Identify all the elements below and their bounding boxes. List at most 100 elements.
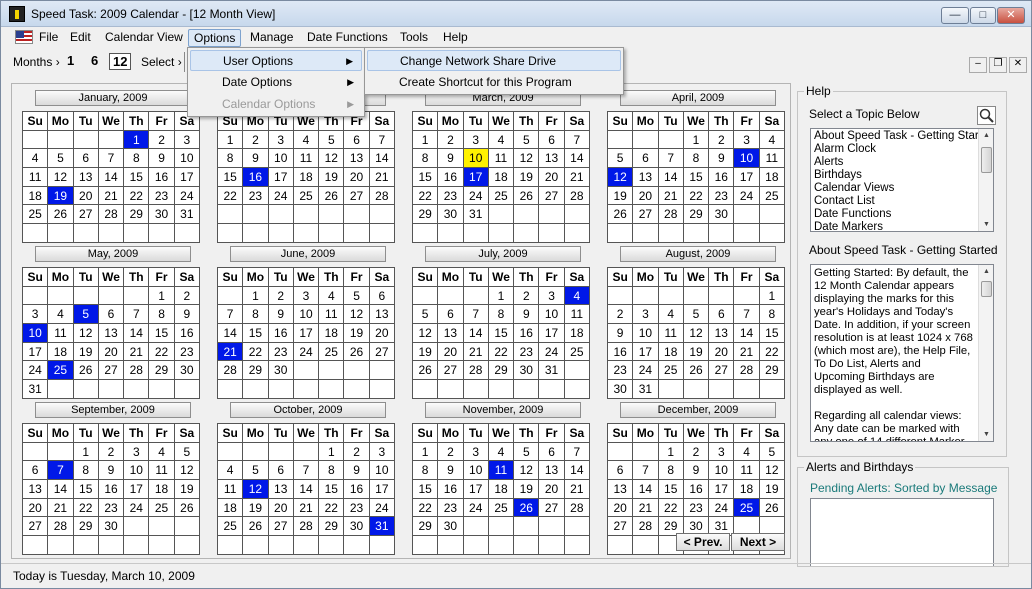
menu-date-functions[interactable]: Date Functions — [302, 29, 393, 47]
day-cell[interactable]: 13 — [72, 167, 99, 187]
day-cell[interactable]: 29 — [682, 204, 710, 225]
day-cell[interactable]: 29 — [148, 360, 175, 381]
topic-list-scrollbar[interactable]: ▲ ▼ — [978, 129, 993, 231]
day-cell[interactable]: 30 — [173, 360, 201, 381]
months-12-button[interactable]: 12 — [109, 53, 132, 70]
day-cell[interactable]: 30 — [708, 204, 735, 225]
day-cell[interactable]: 8 — [411, 460, 439, 481]
day-cell[interactable]: 4 — [563, 285, 591, 306]
day-cell[interactable]: 28 — [563, 185, 591, 206]
day-cell[interactable]: 23 — [437, 497, 464, 518]
day-cell[interactable]: 8 — [487, 304, 515, 325]
day-cell[interactable]: 16 — [708, 167, 735, 187]
day-cell[interactable]: 7 — [632, 460, 659, 481]
day-cell[interactable]: 7 — [563, 441, 591, 462]
day-cell[interactable]: 5 — [682, 304, 710, 325]
day-cell[interactable]: 8 — [242, 304, 269, 325]
day-cell[interactable]: 31 — [173, 204, 201, 225]
day-cell[interactable]: 23 — [173, 341, 201, 362]
day-cell[interactable]: 22 — [123, 185, 150, 206]
day-cell[interactable]: 29 — [487, 360, 515, 381]
day-cell[interactable]: 13 — [368, 304, 396, 325]
day-cell[interactable]: 11 — [318, 304, 345, 325]
day-cell[interactable]: 20 — [72, 185, 99, 206]
month-title[interactable]: December, 2009 — [620, 402, 776, 418]
day-cell[interactable]: 14 — [97, 167, 125, 187]
day-cell[interactable]: 23 — [343, 497, 370, 518]
day-cell[interactable]: 22 — [487, 341, 515, 362]
day-cell[interactable]: 1 — [758, 285, 786, 306]
day-cell[interactable]: 8 — [123, 148, 150, 169]
day-cell[interactable]: 17 — [292, 323, 320, 343]
day-cell[interactable]: 6 — [632, 148, 659, 169]
menu-manage[interactable]: Manage — [245, 29, 298, 47]
day-cell[interactable]: 15 — [148, 323, 175, 343]
day-cell[interactable]: 18 — [563, 323, 591, 343]
day-cell[interactable]: 17 — [538, 323, 565, 343]
day-cell[interactable]: 1 — [411, 129, 439, 150]
day-cell[interactable]: 26 — [72, 360, 99, 381]
day-cell[interactable]: 30 — [267, 360, 294, 381]
day-cell[interactable]: 6 — [437, 304, 464, 325]
day-cell[interactable]: 24 — [267, 185, 294, 206]
day-cell[interactable]: 21 — [123, 341, 150, 362]
day-cell[interactable]: 12 — [758, 460, 786, 481]
day-cell[interactable]: 7 — [123, 304, 150, 325]
day-cell[interactable]: 19 — [513, 167, 540, 187]
months-1-button[interactable]: 1 — [67, 53, 74, 68]
day-cell[interactable]: 6 — [708, 304, 735, 325]
day-cell[interactable]: 3 — [267, 129, 294, 150]
day-cell[interactable]: 1 — [487, 285, 515, 306]
day-cell[interactable]: 17 — [21, 341, 49, 362]
day-cell[interactable]: 13 — [97, 323, 125, 343]
day-cell[interactable]: 4 — [21, 148, 49, 169]
day-cell[interactable]: 1 — [216, 129, 244, 150]
day-cell[interactable]: 16 — [242, 167, 269, 187]
help-text-box[interactable]: Getting Started: By default, the 12 Mont… — [810, 264, 994, 442]
day-cell[interactable]: 25 — [487, 497, 515, 518]
day-cell[interactable]: 6 — [72, 148, 99, 169]
day-cell[interactable]: 31 — [632, 379, 659, 399]
day-cell[interactable]: 10 — [462, 460, 489, 481]
day-cell[interactable]: 30 — [606, 379, 634, 399]
day-cell[interactable]: 7 — [47, 460, 74, 481]
day-cell[interactable]: 17 — [173, 167, 201, 187]
day-cell[interactable]: 22 — [682, 185, 710, 206]
day-cell[interactable]: 2 — [242, 129, 269, 150]
day-cell[interactable]: 9 — [708, 148, 735, 169]
day-cell[interactable]: 25 — [733, 497, 760, 518]
day-cell[interactable]: 7 — [368, 129, 396, 150]
day-cell[interactable]: 20 — [267, 497, 294, 518]
day-cell[interactable]: 4 — [733, 441, 760, 462]
day-cell[interactable]: 12 — [318, 148, 345, 169]
day-cell[interactable]: 26 — [758, 497, 786, 518]
topic-list-item[interactable]: Date Functions — [811, 208, 993, 221]
day-cell[interactable]: 22 — [318, 497, 345, 518]
day-cell[interactable]: 4 — [657, 304, 684, 325]
day-cell[interactable]: 1 — [657, 441, 684, 462]
day-cell[interactable]: 9 — [148, 148, 175, 169]
day-cell[interactable]: 19 — [47, 185, 74, 206]
day-cell[interactable]: 2 — [173, 285, 201, 306]
day-cell[interactable]: 11 — [292, 148, 320, 169]
prev-button[interactable]: < Prev. — [676, 533, 730, 551]
alerts-list[interactable] — [810, 498, 994, 566]
menu-tools[interactable]: Tools — [395, 29, 433, 47]
day-cell[interactable]: 20 — [21, 497, 49, 518]
day-cell[interactable]: 14 — [368, 148, 396, 169]
day-cell[interactable]: 26 — [513, 185, 540, 206]
day-cell[interactable]: 20 — [606, 497, 634, 518]
day-cell[interactable]: 15 — [487, 323, 515, 343]
day-cell[interactable]: 19 — [513, 479, 540, 499]
day-cell[interactable]: 17 — [462, 479, 489, 499]
maximize-button[interactable]: □ — [970, 7, 996, 24]
day-cell[interactable]: 27 — [708, 360, 735, 381]
day-cell[interactable]: 8 — [411, 148, 439, 169]
day-cell[interactable]: 2 — [267, 285, 294, 306]
day-cell[interactable]: 19 — [242, 497, 269, 518]
day-cell[interactable]: 28 — [368, 185, 396, 206]
topic-list-item[interactable]: Contact List — [811, 195, 993, 208]
day-cell[interactable]: 27 — [437, 360, 464, 381]
day-cell[interactable]: 25 — [318, 341, 345, 362]
day-cell[interactable]: 2 — [606, 304, 634, 325]
